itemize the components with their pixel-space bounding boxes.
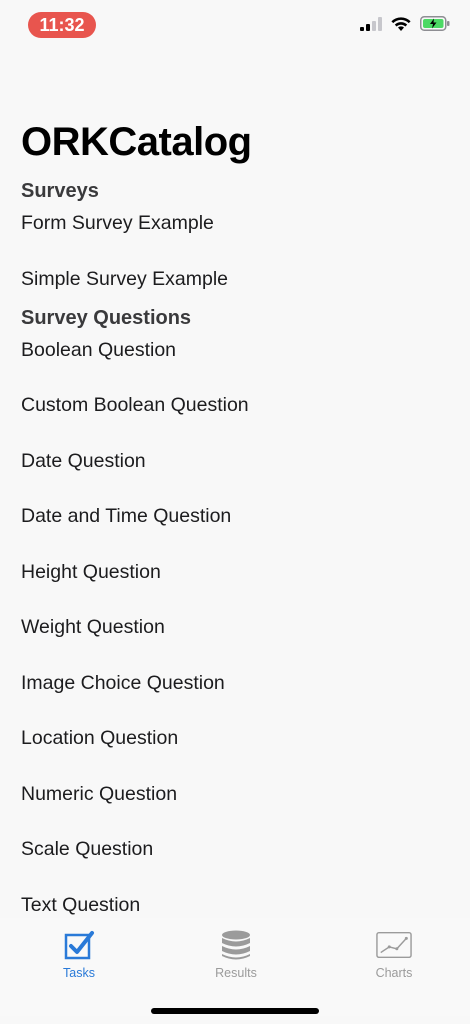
tab-label: Tasks <box>63 966 95 980</box>
list-item[interactable]: Weight Question <box>0 612 470 668</box>
home-indicator[interactable] <box>151 1008 319 1014</box>
list-item[interactable]: Scale Question <box>0 834 470 890</box>
status-icons <box>360 16 450 36</box>
status-time[interactable]: 11:32 <box>28 12 96 38</box>
battery-icon <box>420 16 450 36</box>
list-item[interactable]: Height Question <box>0 557 470 613</box>
list-item[interactable]: Location Question <box>0 723 470 779</box>
tab-results[interactable]: Results <box>176 928 296 988</box>
cellular-signal-icon <box>360 16 382 36</box>
tab-label: Charts <box>375 966 413 980</box>
list-item[interactable]: Boolean Question <box>0 335 470 391</box>
list-item[interactable]: Numeric Question <box>0 779 470 835</box>
list-item[interactable]: Simple Survey Example <box>0 264 470 294</box>
list-item[interactable]: Custom Boolean Question <box>0 390 470 446</box>
list-item[interactable]: Date Question <box>0 446 470 502</box>
database-icon <box>218 928 254 962</box>
tab-tasks[interactable]: Tasks <box>19 928 139 988</box>
wifi-icon <box>390 16 412 37</box>
page-title: ORKCatalog <box>21 120 252 164</box>
list-item[interactable]: Date and Time Question <box>0 501 470 557</box>
list-item[interactable]: Image Choice Question <box>0 668 470 724</box>
section-surveys: Surveys Form Survey Example Simple Surve… <box>0 174 470 294</box>
chart-icon <box>376 928 412 962</box>
section-header: Surveys <box>21 180 99 202</box>
checkbox-icon <box>61 928 97 962</box>
list-item[interactable]: Text Question <box>0 890 470 920</box>
task-list[interactable]: Surveys Form Survey Example Simple Surve… <box>0 174 470 919</box>
section-survey-questions: Survey Questions Boolean Question Custom… <box>0 301 470 920</box>
list-item[interactable]: Form Survey Example <box>0 208 470 264</box>
status-bar: 11:32 <box>0 0 470 50</box>
tab-label: Results <box>215 966 257 980</box>
tab-charts[interactable]: Charts <box>334 928 454 988</box>
section-header: Survey Questions <box>21 306 192 329</box>
